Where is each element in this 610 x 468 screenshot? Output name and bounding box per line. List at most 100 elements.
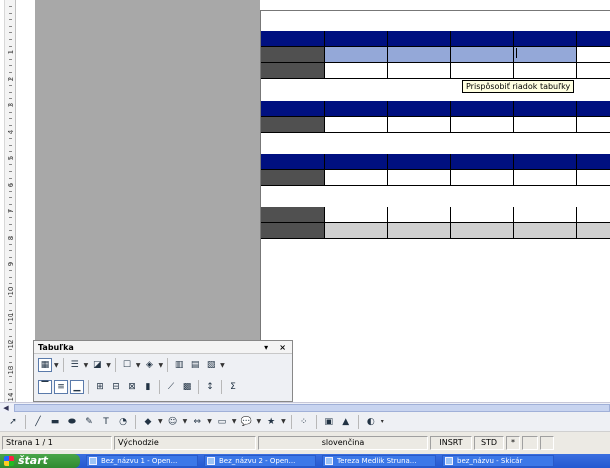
table-row[interactable] — [261, 47, 610, 63]
table-cell[interactable] — [325, 223, 388, 239]
table-cell[interactable] — [451, 117, 514, 133]
table-cell[interactable] — [388, 170, 451, 186]
table-cell[interactable] — [577, 63, 610, 79]
merge-cells-icon[interactable]: ▥ — [172, 358, 186, 372]
table-cell[interactable] — [514, 223, 577, 239]
table-cell[interactable] — [514, 101, 577, 117]
autoformat-icon[interactable]: ⟋ — [164, 380, 178, 394]
delete-row-icon[interactable]: ⊠ — [125, 380, 139, 394]
table-cell[interactable] — [577, 170, 610, 186]
scroll-thumb[interactable] — [14, 404, 610, 412]
taskbar-item[interactable]: Bez_názvu 2 - Open... — [204, 455, 316, 467]
table-cell[interactable] — [514, 63, 577, 79]
language-indicator[interactable]: slovenčina — [258, 436, 428, 450]
table-cell[interactable] — [388, 63, 451, 79]
rectangle-icon[interactable]: ▬ — [48, 415, 62, 429]
callouts-icon[interactable]: 💬 — [240, 415, 254, 429]
chevron-down-icon[interactable]: ▼ — [207, 418, 212, 425]
table-cell[interactable] — [261, 117, 325, 133]
line-icon[interactable]: ╱ — [31, 415, 45, 429]
table-cell[interactable] — [261, 223, 325, 239]
table-cell[interactable] — [451, 223, 514, 239]
background-color-icon[interactable]: ◈ — [143, 358, 157, 372]
table-cell[interactable] — [388, 207, 451, 223]
horizontal-scrollbar[interactable]: ◀ — [0, 402, 610, 412]
table-cell[interactable] — [261, 154, 325, 170]
page-style[interactable]: Východzie — [114, 436, 256, 450]
extrusion-icon[interactable]: ◐ — [364, 415, 378, 429]
chevron-down-icon[interactable]: ▼ — [183, 418, 188, 425]
table-cell[interactable] — [577, 117, 610, 133]
table-cell[interactable] — [325, 101, 388, 117]
split-cells-icon[interactable]: ▤ — [188, 358, 202, 372]
freeform-icon[interactable]: ✎ — [82, 415, 96, 429]
sum-icon[interactable]: Σ — [226, 380, 240, 394]
taskbar-item[interactable]: Tereza Medlik Struna... — [322, 455, 436, 467]
table-cell[interactable] — [514, 170, 577, 186]
block-arrows-icon[interactable]: ⇔ — [190, 415, 204, 429]
sort-icon[interactable]: ↕ — [203, 380, 217, 394]
align-bottom-icon[interactable]: ▁ — [70, 380, 84, 394]
table-cell[interactable] — [388, 47, 451, 63]
chevron-down-icon[interactable]: ▼ — [54, 362, 59, 369]
table-cell[interactable] — [451, 47, 514, 63]
table-toolbar-titlebar[interactable]: Tabuľka ▾ × — [34, 341, 292, 354]
stars-icon[interactable]: ★ — [264, 415, 278, 429]
table-cell[interactable] — [451, 101, 514, 117]
align-top-icon[interactable]: ▔ — [38, 380, 52, 394]
table-cell[interactable] — [514, 31, 577, 47]
borders-icon[interactable]: ☐ — [120, 358, 134, 372]
table-cell[interactable] — [388, 101, 451, 117]
chevron-down-icon[interactable]: ▼ — [136, 362, 141, 369]
table-cell[interactable] — [514, 47, 577, 63]
table-cell[interactable] — [451, 207, 514, 223]
chevron-down-icon[interactable]: ▼ — [232, 418, 237, 425]
table-cell[interactable] — [325, 170, 388, 186]
table-cell[interactable] — [261, 31, 325, 47]
table-cell[interactable] — [261, 47, 325, 63]
table-cell[interactable] — [514, 117, 577, 133]
insert-row-icon[interactable]: ⊞ — [93, 380, 107, 394]
table-row[interactable] — [261, 101, 610, 117]
chevron-down-icon[interactable]: ▼ — [158, 418, 163, 425]
table-cell[interactable] — [261, 207, 325, 223]
table-cell[interactable] — [261, 170, 325, 186]
table-row[interactable] — [261, 63, 610, 79]
table-cell[interactable] — [577, 31, 610, 47]
table-cell[interactable] — [451, 154, 514, 170]
table-cell[interactable] — [325, 63, 388, 79]
table-cell[interactable] — [261, 63, 325, 79]
table-cell[interactable] — [325, 117, 388, 133]
table-cell[interactable] — [577, 47, 610, 63]
start-button[interactable]: štart — [0, 454, 80, 468]
image-icon[interactable]: ▣ — [322, 415, 336, 429]
table-row[interactable] — [261, 223, 610, 239]
basic-shapes-icon[interactable]: ◆ — [141, 415, 155, 429]
align-center-icon[interactable]: ≡ — [54, 380, 68, 394]
table-cell[interactable] — [577, 154, 610, 170]
flowchart-icon[interactable]: ▭ — [215, 415, 229, 429]
points-icon[interactable]: ⁘ — [297, 415, 311, 429]
document-page[interactable] — [260, 10, 610, 402]
chevron-down-icon[interactable]: ▼ — [257, 418, 262, 425]
insert-column-icon[interactable]: ⊟ — [109, 380, 123, 394]
table-row[interactable] — [261, 207, 610, 223]
table-cell[interactable] — [325, 47, 388, 63]
toolbar-overflow-icon[interactable]: ▾ — [381, 418, 384, 425]
fontwork-icon[interactable]: ▲ — [339, 415, 353, 429]
table-cell[interactable] — [577, 101, 610, 117]
selection-mode[interactable]: STD — [474, 436, 504, 450]
text-icon[interactable]: T — [99, 415, 113, 429]
line-color-icon[interactable]: ◪ — [90, 358, 104, 372]
chevron-down-icon[interactable]: ▼ — [281, 418, 286, 425]
table-properties-icon[interactable]: ▩ — [180, 380, 194, 394]
table-cell[interactable] — [451, 63, 514, 79]
table-cell[interactable] — [388, 31, 451, 47]
chevron-down-icon[interactable]: ▼ — [220, 362, 225, 369]
table-icon[interactable]: ▦ — [38, 358, 52, 372]
symbol-shapes-icon[interactable]: ☺ — [166, 415, 180, 429]
table-cell[interactable] — [514, 154, 577, 170]
close-icon[interactable]: × — [279, 343, 286, 352]
callout-icon[interactable]: ◔ — [116, 415, 130, 429]
chevron-down-icon[interactable]: ▼ — [159, 362, 164, 369]
